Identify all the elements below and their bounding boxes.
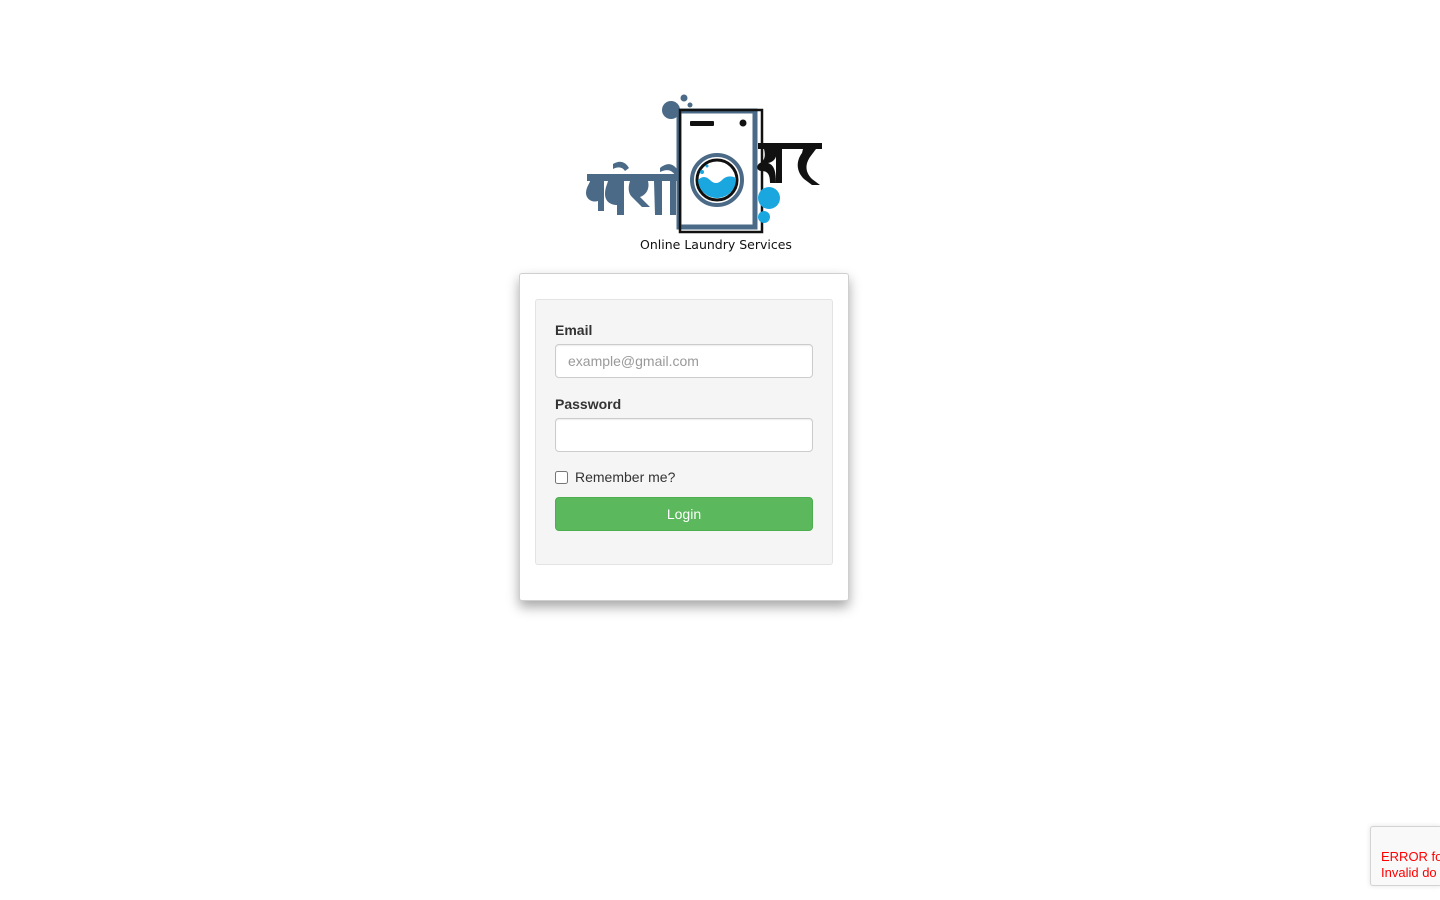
remember-me-checkbox[interactable] <box>555 470 568 484</box>
remember-me-label[interactable]: Remember me? <box>575 469 675 485</box>
logo-tagline: Online Laundry Services <box>640 237 792 252</box>
password-label: Password <box>555 396 622 412</box>
email-label: Email <box>555 322 593 338</box>
recaptcha-error-line-2: Invalid do <box>1381 865 1437 880</box>
login-card: Email Password Remember me? Login <box>519 273 849 601</box>
brand-logo: Online Laundry Services <box>580 88 830 258</box>
login-form: Email Password Remember me? Login <box>535 299 833 565</box>
recaptcha-badge[interactable]: ERROR fo Invalid do <box>1370 826 1440 886</box>
login-button[interactable]: Login <box>555 497 813 531</box>
recaptcha-error-line-1: ERROR fo <box>1381 849 1440 864</box>
email-field[interactable] <box>555 344 813 378</box>
remember-me-row: Remember me? <box>555 468 675 486</box>
password-field[interactable] <box>555 418 813 452</box>
